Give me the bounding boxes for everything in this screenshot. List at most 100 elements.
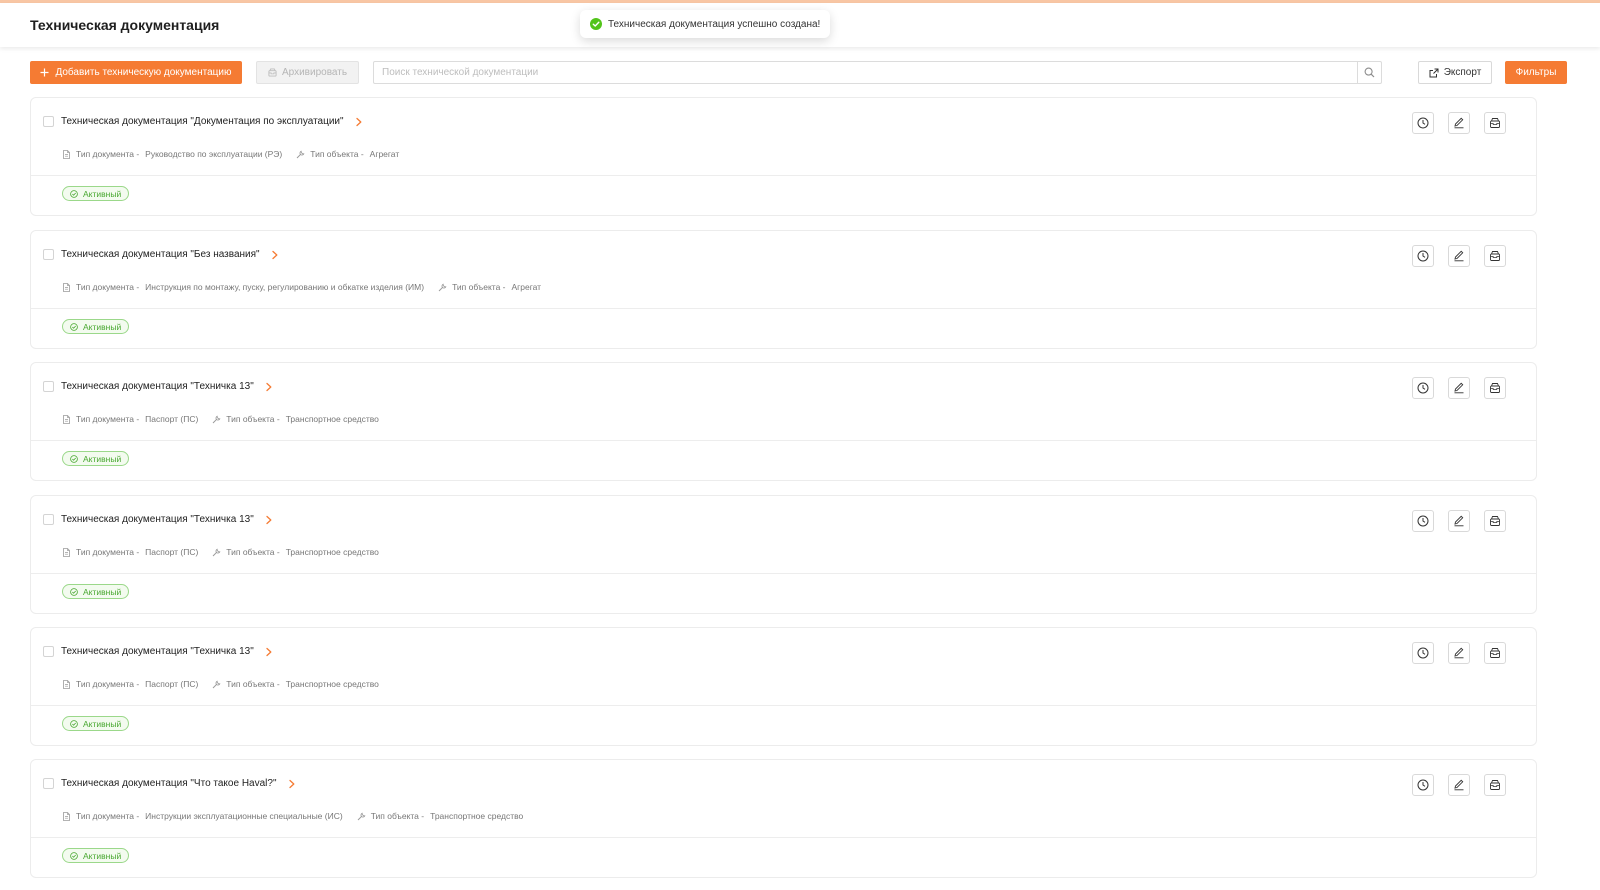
card-meta: Тип документа - Инструкции эксплуатацион… [62, 811, 537, 821]
documentation-card[interactable]: Техническая документация "Документация п… [30, 97, 1537, 216]
card-header: Техническая документация "Техничка 13" [43, 514, 274, 525]
archive-box-icon [1489, 250, 1501, 262]
select-checkbox[interactable] [43, 514, 54, 525]
search-button[interactable] [1357, 62, 1381, 83]
card-meta: Тип документа - Руководство по эксплуата… [62, 149, 413, 159]
object-type-value: Транспортное средство [285, 414, 379, 424]
doc-type-group: Тип документа - Инструкция по монтажу, п… [62, 282, 424, 292]
search-box [373, 61, 1382, 84]
documentation-card[interactable]: Техническая документация "Техничка 13" Т… [30, 362, 1537, 481]
pencil-icon [1453, 117, 1465, 129]
status-badge: Активный [62, 451, 130, 466]
pencil-icon [1453, 250, 1465, 262]
search-icon [1364, 67, 1375, 78]
archive-item-button[interactable] [1484, 510, 1506, 532]
success-toast: Техническая документация успешно создана… [580, 10, 831, 38]
status-text: Активный [83, 850, 122, 861]
object-type-group: Тип объекта - Агрегат [438, 282, 541, 292]
chevron-right-icon[interactable] [354, 117, 364, 127]
history-button[interactable] [1412, 245, 1434, 267]
select-checkbox[interactable] [43, 249, 54, 260]
archive-box-icon [1489, 779, 1501, 791]
documentation-card[interactable]: Техническая документация "Что такое Hava… [30, 759, 1537, 878]
documentation-card[interactable]: Техническая документация "Техничка 13" Т… [30, 495, 1537, 614]
select-checkbox[interactable] [43, 116, 54, 127]
archive-item-button[interactable] [1484, 377, 1506, 399]
wrench-icon [212, 680, 221, 689]
toolbar: Добавить техническую документацию Архиви… [30, 61, 1567, 84]
card-title[interactable]: Техническая документация "Техничка 13" [61, 381, 254, 392]
filters-button[interactable]: Фильтры [1505, 61, 1567, 84]
pencil-icon [1453, 779, 1465, 791]
archive-item-button[interactable] [1484, 642, 1506, 664]
select-checkbox[interactable] [43, 778, 54, 789]
doc-type-label: Тип документа - [76, 547, 140, 557]
wrench-icon [357, 812, 366, 821]
doc-type-label: Тип документа - [76, 282, 140, 292]
check-circle-outline-icon [70, 719, 78, 728]
object-type-group: Тип объекта - Агрегат [296, 149, 399, 159]
history-button[interactable] [1412, 774, 1434, 796]
check-circle-outline-icon [70, 189, 78, 198]
wrench-icon [212, 548, 221, 557]
edit-button[interactable] [1448, 377, 1470, 399]
clock-icon [1417, 117, 1429, 129]
doc-type-value: Руководство по эксплуатации (РЭ) [145, 149, 283, 159]
object-type-value: Агрегат [369, 149, 400, 159]
documentation-card[interactable]: Техническая документация "Без названия" … [30, 230, 1537, 349]
card-header: Техническая документация "Техничка 13" [43, 646, 274, 657]
wrench-icon [296, 150, 305, 159]
object-type-group: Тип объекта - Транспортное средство [357, 811, 523, 821]
chevron-right-icon[interactable] [264, 382, 274, 392]
pencil-icon [1453, 647, 1465, 659]
archive-item-button[interactable] [1484, 774, 1506, 796]
select-checkbox[interactable] [43, 646, 54, 657]
pencil-icon [1453, 515, 1465, 527]
edit-button[interactable] [1448, 774, 1470, 796]
object-type-label: Тип объекта - [226, 679, 280, 689]
doc-type-label: Тип документа - [76, 149, 140, 159]
history-button[interactable] [1412, 112, 1434, 134]
select-checkbox[interactable] [43, 381, 54, 392]
documentation-card[interactable]: Техническая документация "Техничка 13" Т… [30, 627, 1537, 746]
history-button[interactable] [1412, 510, 1434, 532]
doc-type-label: Тип документа - [76, 679, 140, 689]
card-title[interactable]: Техническая документация "Техничка 13" [61, 646, 254, 657]
edit-button[interactable] [1448, 510, 1470, 532]
chevron-right-icon[interactable] [264, 647, 274, 657]
archive-label: Архивировать [281, 67, 348, 78]
card-actions [1412, 245, 1506, 267]
chevron-right-icon[interactable] [270, 250, 280, 260]
card-actions [1412, 510, 1506, 532]
add-documentation-button[interactable]: Добавить техническую документацию [30, 61, 242, 84]
history-button[interactable] [1412, 377, 1434, 399]
card-divider [31, 175, 1536, 176]
clock-icon [1417, 382, 1429, 394]
export-button[interactable]: Экспорт [1418, 61, 1492, 84]
card-title[interactable]: Техническая документация "Что такое Hava… [61, 778, 277, 789]
chevron-right-icon[interactable] [287, 779, 297, 789]
doc-type-group: Тип документа - Паспорт (ПС) [62, 414, 198, 424]
archive-item-button[interactable] [1484, 112, 1506, 134]
doc-type-label: Тип документа - [76, 811, 140, 821]
history-button[interactable] [1412, 642, 1434, 664]
doc-type-value: Инструкции эксплуатационные специальные … [145, 811, 343, 821]
clock-icon [1417, 515, 1429, 527]
export-icon [1429, 68, 1439, 78]
card-title[interactable]: Техническая документация "Документация п… [61, 116, 344, 127]
archive-button[interactable]: Архивировать [256, 61, 359, 84]
card-title[interactable]: Техническая документация "Техничка 13" [61, 514, 254, 525]
card-title[interactable]: Техническая документация "Без названия" [61, 249, 260, 260]
object-type-value: Агрегат [511, 282, 542, 292]
search-input[interactable] [374, 62, 1357, 83]
clock-icon [1417, 250, 1429, 262]
doc-type-group: Тип документа - Паспорт (ПС) [62, 679, 198, 689]
edit-button[interactable] [1448, 642, 1470, 664]
status-badge: Активный [62, 319, 130, 334]
chevron-right-icon[interactable] [264, 515, 274, 525]
add-documentation-label: Добавить техническую документацию [55, 67, 232, 78]
edit-button[interactable] [1448, 245, 1470, 267]
archive-item-button[interactable] [1484, 245, 1506, 267]
edit-button[interactable] [1448, 112, 1470, 134]
plus-icon [40, 68, 49, 77]
